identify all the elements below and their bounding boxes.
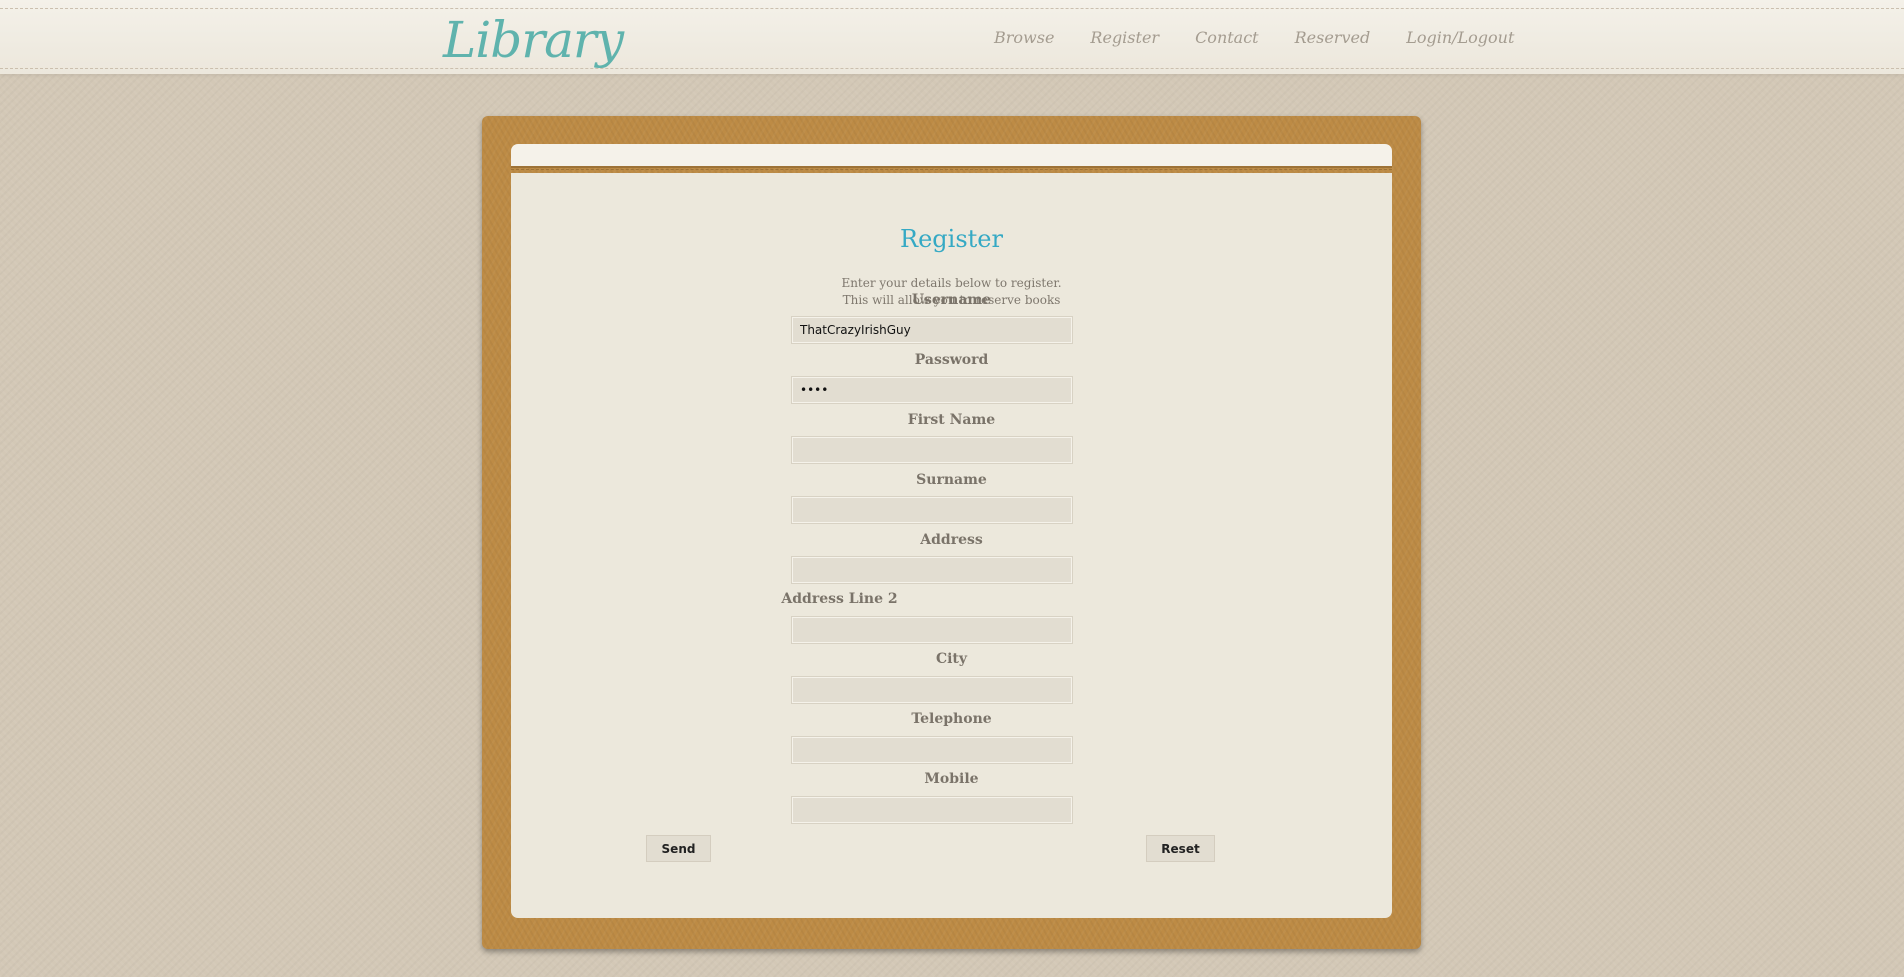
city-label: City	[935, 651, 968, 667]
surname-label: Surname	[916, 472, 987, 488]
username-label: Username	[911, 292, 992, 308]
first-name-field[interactable]	[791, 436, 1073, 464]
first-name-label: First Name	[907, 412, 996, 428]
username-field[interactable]	[791, 316, 1073, 344]
telephone-label: Telephone	[911, 711, 992, 727]
content-board: Register Enter your details below to reg…	[482, 116, 1421, 949]
send-button[interactable]: Send	[646, 835, 711, 862]
nav-contact-link[interactable]: Contact	[1195, 28, 1259, 47]
nav-login-logout-link[interactable]: Login/Logout	[1406, 28, 1514, 47]
nav-reserved-link[interactable]: Reserved	[1295, 28, 1371, 47]
city-field[interactable]	[791, 676, 1073, 704]
page-title: Register	[900, 225, 1003, 253]
mobile-label: Mobile	[924, 771, 979, 787]
password-label: Password	[914, 352, 989, 368]
site-header: Library Browse Register Contact Reserved…	[0, 0, 1904, 74]
telephone-field[interactable]	[791, 736, 1073, 764]
surname-field[interactable]	[791, 496, 1073, 524]
register-form-panel: Register Enter your details below to reg…	[511, 173, 1392, 918]
paper-header-strip	[511, 144, 1392, 170]
address-line-2-field[interactable]	[791, 616, 1073, 644]
mobile-field[interactable]	[791, 796, 1073, 824]
address-line-2-label: Address Line 2	[781, 591, 898, 607]
main-nav: Browse Register Contact Reserved Login/L…	[994, 28, 1550, 47]
intro-line-1: Enter your details below to register.	[841, 276, 1062, 290]
nav-register-link[interactable]: Register	[1090, 28, 1159, 47]
nav-browse-link[interactable]: Browse	[994, 28, 1054, 47]
site-logo[interactable]: Library	[443, 8, 624, 72]
address-field[interactable]	[791, 556, 1073, 584]
password-field[interactable]	[791, 376, 1073, 404]
address-label: Address	[920, 532, 983, 548]
reset-button[interactable]: Reset	[1146, 835, 1215, 862]
